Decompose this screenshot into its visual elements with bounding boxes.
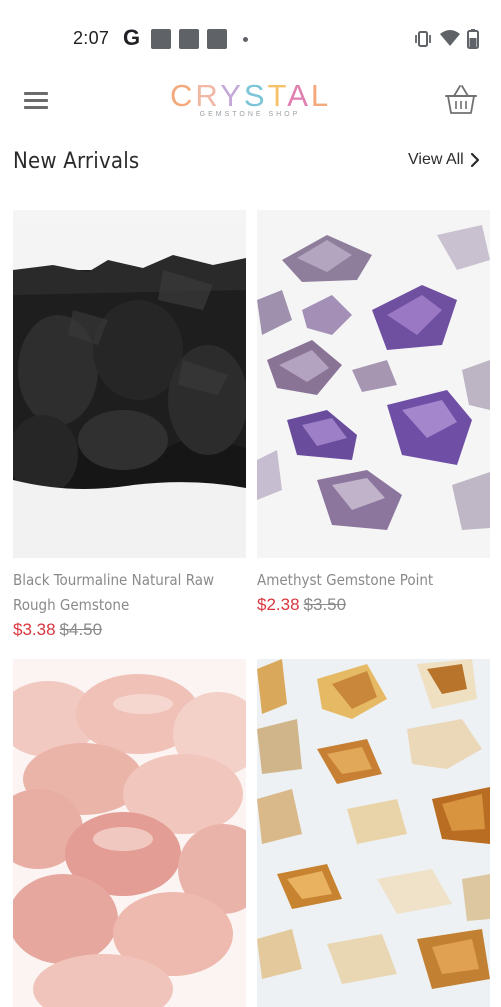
menu-button[interactable] bbox=[22, 86, 50, 114]
cart-button[interactable] bbox=[443, 82, 479, 118]
product-price: $2.38 bbox=[257, 595, 300, 614]
product-image[interactable] bbox=[13, 210, 246, 558]
shopping-basket-icon bbox=[445, 85, 477, 114]
product-old-price: $3.50 bbox=[303, 595, 347, 614]
product-card[interactable] bbox=[13, 659, 246, 1007]
wifi-icon bbox=[440, 30, 460, 46]
product-name[interactable]: Black Tourmaline Natural Raw Rough Gemst… bbox=[13, 568, 246, 618]
google-icon: G bbox=[123, 25, 141, 50]
chevron-right-icon bbox=[470, 152, 479, 168]
amethyst-photo bbox=[257, 210, 490, 558]
view-all-label: View All bbox=[408, 151, 464, 168]
logo-letter: A bbox=[287, 78, 311, 113]
logo-letter: Y bbox=[220, 78, 244, 113]
product-name[interactable]: Amethyst Gemstone Point bbox=[257, 568, 490, 593]
notification-icon bbox=[207, 29, 227, 49]
product-image[interactable] bbox=[257, 659, 490, 1007]
logo-subtitle: GEMSTONE SHOP bbox=[199, 111, 301, 118]
section-title: New Arrivals bbox=[13, 149, 140, 174]
hamburger-menu-icon-line bbox=[24, 99, 48, 102]
hamburger-menu-icon-line bbox=[24, 106, 48, 109]
black-tourmaline-photo bbox=[13, 210, 246, 558]
view-all-link[interactable]: View All bbox=[408, 151, 480, 169]
product-card[interactable]: Black Tourmaline Natural Raw Rough Gemst… bbox=[13, 210, 246, 640]
status-time: 2:07 bbox=[73, 28, 110, 48]
app-header: CRYSTAL GEMSTONE SHOP bbox=[0, 76, 501, 132]
product-image[interactable] bbox=[257, 210, 490, 558]
product-card[interactable] bbox=[257, 659, 490, 1007]
citrine-photo bbox=[257, 659, 490, 1007]
product-image[interactable] bbox=[13, 659, 246, 1007]
logo-letter: S bbox=[243, 78, 268, 113]
vibrate-icon bbox=[415, 31, 431, 47]
logo-wordmark: CRYSTAL bbox=[170, 78, 330, 114]
product-card[interactable]: Amethyst Gemstone Point $2.38 $3.50 bbox=[257, 210, 490, 615]
price-row: $2.38 $3.50 bbox=[257, 595, 490, 615]
product-old-price: $4.50 bbox=[59, 620, 103, 639]
hamburger-menu-icon bbox=[24, 92, 48, 95]
logo-letter: L bbox=[310, 78, 332, 113]
more-notifications-icon bbox=[243, 37, 248, 42]
notification-icon bbox=[151, 29, 171, 49]
logo-letter: T bbox=[267, 78, 288, 113]
status-bar: 2:07 G bbox=[0, 0, 501, 76]
shop-logo[interactable]: CRYSTAL GEMSTONE SHOP bbox=[170, 78, 330, 124]
price-row: $3.38 $4.50 bbox=[13, 620, 246, 640]
logo-letter: R bbox=[195, 78, 221, 113]
battery-icon bbox=[467, 29, 479, 49]
notification-icon bbox=[179, 29, 199, 49]
rose-quartz-photo bbox=[13, 659, 246, 1007]
logo-letter: C bbox=[170, 78, 196, 113]
product-price: $3.38 bbox=[13, 620, 56, 639]
